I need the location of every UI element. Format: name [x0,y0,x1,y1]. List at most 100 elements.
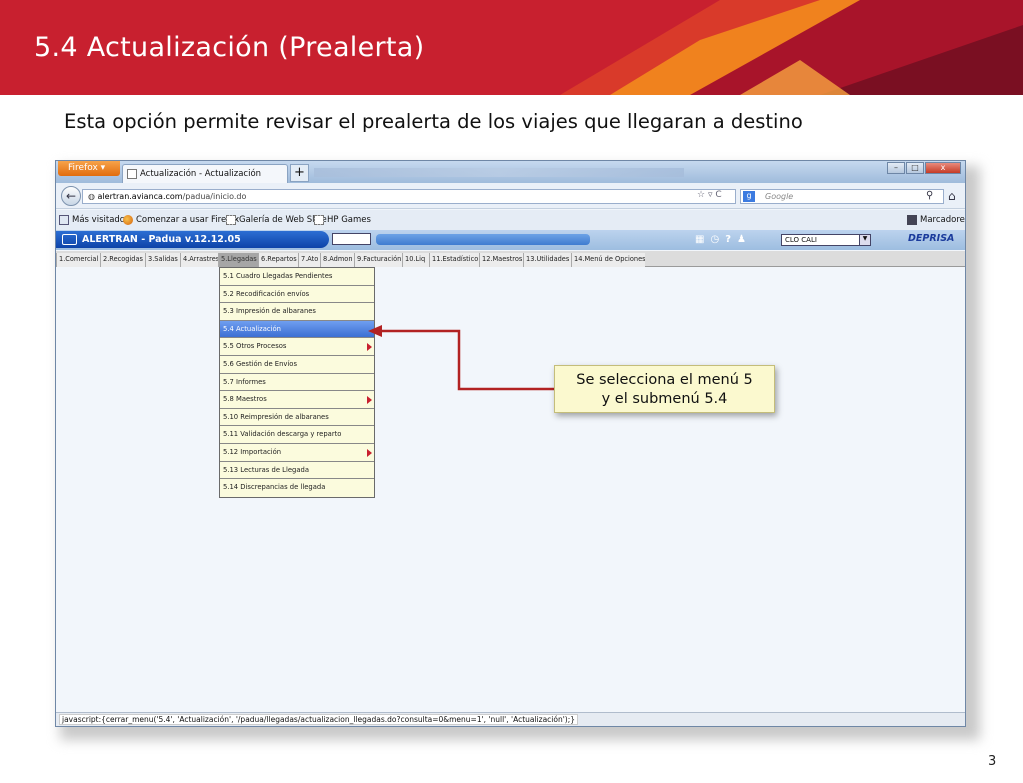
bookmark-web-slice[interactable]: Galería de Web Slice [226,215,327,225]
url-bar-icons: ☆ ▿ C [697,190,722,200]
deprisa-logo: DEPRISA [908,233,955,244]
bookmark-label: HP Games [327,215,371,225]
browser-status-bar: javascript:{cerrar_menu('5.4', 'Actualiz… [56,712,965,726]
app-input-field[interactable] [332,233,371,245]
back-arrow-icon[interactable]: ← [61,186,81,206]
callout-line1: Se selecciona el menú 5 [576,372,753,388]
dropdown-arrow-icon[interactable]: ▿ [708,190,713,200]
submenu-item[interactable]: 5.8 Maestros [220,391,374,409]
submenu-item[interactable]: 5.7 Informes [220,374,374,392]
bookmarks-menu-label: Marcadores [920,215,966,225]
submenu-arrow-icon [367,396,372,405]
menu-item[interactable]: 7.Ato [298,253,320,267]
slide-title: 5.4 Actualización (Prealerta) [34,32,425,63]
bookmarks-menu[interactable]: Marcadores [907,215,966,225]
search-icon[interactable]: ⚲ [926,190,933,201]
menu-item[interactable]: 6.Repartos [258,253,298,267]
browser-window: Firefox ▾ Actualización - Actualización … [55,160,966,727]
submenu-item[interactable]: 5.6 Gestión de Envíos [220,356,374,374]
star-icon[interactable]: ☆ [697,190,705,200]
menu-item[interactable]: 9.Facturación [354,253,402,267]
web-slice-icon [226,215,236,225]
city-select[interactable]: CLO CALI ▼ [781,234,871,246]
slide: 5.4 Actualización (Prealerta) Esta opció… [0,0,1023,783]
search-placeholder: Google [765,192,794,201]
menu-item[interactable]: 14.Menú de Opciones [571,253,645,267]
bookmark-label: Comenzar a usar Firefox [136,215,240,225]
menu-item[interactable]: 10.Liq [402,253,429,267]
menu-item-llegadas[interactable]: 5.Llegadas [218,253,258,267]
status-text: javascript:{cerrar_menu('5.4', 'Actualiz… [59,714,579,725]
submenu-label: 5.6 Gestión de Envíos [223,359,298,368]
new-tab-button[interactable]: + [290,164,309,182]
submenu-item[interactable]: 5.11 Validación descarga y reparto [220,426,374,444]
llegadas-submenu: 5.1 Cuadro Llegadas Pendientes 5.2 Recod… [219,267,375,498]
url-bar[interactable]: ◍ alertran.avianca.com/padua/inicio.do [82,189,736,204]
submenu-label: 5.14 Discrepancias de llegada [223,483,326,492]
firefox-menu-button[interactable]: Firefox ▾ [58,161,120,176]
bookmarks-bar: Más visitados Comenzar a usar Firefox Ga… [56,210,965,230]
submenu-arrow-icon [367,448,372,457]
menu-item[interactable]: 12.Maestros [479,253,523,267]
submenu-arrow-icon [367,343,372,352]
globe-icon: ◍ [88,192,95,201]
submenu-label: 5.7 Informes [223,377,266,386]
clock-icon[interactable]: ◷ [710,234,725,245]
app-title: ALERTRAN - Padua v.12.12.05 [82,234,241,245]
google-icon: g [743,191,755,202]
user-icon[interactable]: ♟ [737,234,752,245]
menu-item[interactable]: 8.Admon [320,253,354,267]
submenu-label: 5.12 Importación [223,447,282,456]
menu-item[interactable]: 13.Utilidades [523,253,571,267]
menu-item[interactable]: 2.Recogidas [100,253,145,267]
chevron-down-icon: ▼ [859,235,870,245]
bookmark-hp-games[interactable]: HP Games [314,215,371,225]
app-status-bar [376,234,590,245]
app-menu-bar: 1.Comercial 2.Recogidas 3.Salidas 4.Arra… [56,251,965,267]
home-icon[interactable]: ⌂ [948,189,956,203]
slide-subtitle: Esta opción permite revisar el prealerta… [64,110,803,133]
bookmark-getting-started[interactable]: Comenzar a usar Firefox [123,215,239,225]
page-number: 3 [988,754,997,769]
browser-tab[interactable]: Actualización - Actualización [122,164,288,183]
browser-titlebar: Firefox ▾ Actualización - Actualización … [56,161,965,183]
city-select-value: CLO CALI [785,236,817,244]
app-title-bar: ALERTRAN - Padua v.12.12.05 [56,231,329,248]
calendar-icon[interactable]: ▦ [695,234,710,245]
minimize-icon[interactable]: – [887,162,905,174]
callout-note: Se selecciona el menú 5 y el submenú 5.4 [554,365,775,413]
submenu-label: 5.10 Reimpresión de albaranes [223,412,329,421]
browser-tab-title: Actualización - Actualización [140,169,262,179]
submenu-label: 5.2 Recodificación envíos [223,289,310,298]
menu-item[interactable]: 3.Salidas [145,253,180,267]
navigation-bar: ← ◍ alertran.avianca.com/padua/inicio.do… [56,183,965,209]
bookmark-folder-icon [59,215,69,225]
submenu-item[interactable]: 5.12 Importación [220,444,374,462]
background-tabs [314,168,684,177]
submenu-item[interactable]: 5.5 Otros Procesos [220,338,374,356]
maximize-icon[interactable]: □ [906,162,924,174]
menu-item[interactable]: 11.Estadístico [429,253,479,267]
url-path: /padua/inicio.do [182,192,247,201]
search-input[interactable]: g Google [740,189,944,204]
bus-icon [62,234,77,245]
page-icon [127,169,137,179]
submenu-item[interactable]: 5.13 Lecturas de Llegada [220,462,374,480]
submenu-label: 5.11 Validación descarga y reparto [223,430,342,439]
submenu-item[interactable]: 5.1 Cuadro Llegadas Pendientes [220,268,374,286]
submenu-label: 5.4 Actualización [223,324,281,333]
close-icon[interactable]: x [925,162,961,174]
submenu-item-actualizacion[interactable]: 5.4 Actualización [220,320,374,339]
callout-line2: y el submenú 5.4 [601,391,728,407]
reload-icon[interactable]: C [715,190,721,200]
submenu-item[interactable]: 5.2 Recodificación envíos [220,286,374,304]
menu-item[interactable]: 1.Comercial [56,253,100,267]
submenu-item[interactable]: 5.14 Discrepancias de llegada [220,479,374,497]
web-slice-icon [314,215,324,225]
submenu-item[interactable]: 5.3 Impresión de albaranes [220,303,374,321]
submenu-item[interactable]: 5.10 Reimpresión de albaranes [220,409,374,427]
bookmark-most-visited[interactable]: Más visitados [59,215,129,225]
help-icon[interactable]: ? [725,234,737,245]
submenu-label: 5.8 Maestros [223,395,267,404]
menu-item[interactable]: 4.Arrastres [180,253,218,267]
